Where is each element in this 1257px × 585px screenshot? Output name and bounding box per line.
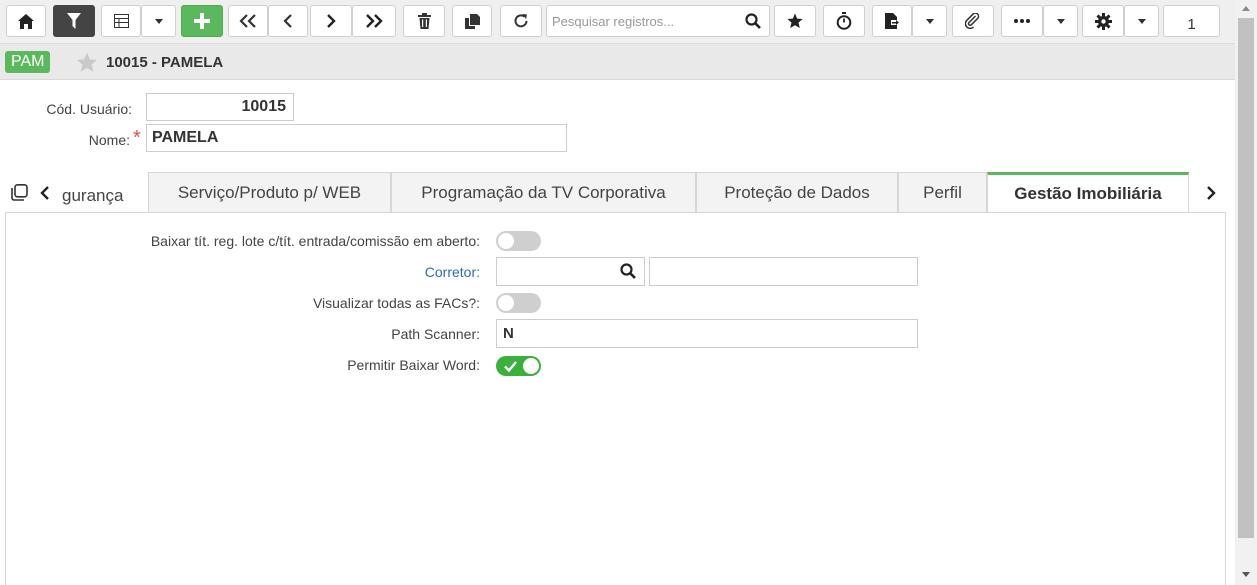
facs-toggle[interactable] xyxy=(496,293,541,313)
baixar-label: Baixar tít. reg. lote c/tít. entrada/com… xyxy=(150,233,480,249)
attachment-button[interactable] xyxy=(952,5,994,37)
page-title: 10015 - PAMELA xyxy=(106,54,224,71)
export-button[interactable] xyxy=(872,5,912,37)
previous-record-button[interactable] xyxy=(268,5,308,37)
tab-perfil[interactable]: Perfil xyxy=(898,172,987,212)
page-scrollbar[interactable] xyxy=(1235,0,1257,585)
tab-programacao-tv[interactable]: Programação da TV Corporativa xyxy=(391,172,696,212)
last-icon xyxy=(366,14,383,28)
required-marker: * xyxy=(133,127,141,149)
grid-view-button[interactable] xyxy=(101,5,141,37)
chevron-down-icon xyxy=(925,18,934,24)
gear-icon xyxy=(1094,12,1112,30)
chevron-down-icon xyxy=(1056,18,1065,24)
toggle-knob xyxy=(498,295,514,311)
baixar-toggle[interactable] xyxy=(496,231,541,251)
filter-button[interactable] xyxy=(53,5,95,37)
next-record-button[interactable] xyxy=(310,5,352,37)
star-icon xyxy=(787,13,803,28)
favorite-button[interactable] xyxy=(774,5,816,37)
corretor-name-input[interactable] xyxy=(649,257,918,286)
corretor-search-icon[interactable] xyxy=(620,263,636,279)
grid-icon xyxy=(113,14,129,28)
record-badge: PAM xyxy=(5,51,51,73)
more-button[interactable] xyxy=(1001,5,1043,37)
check-icon xyxy=(504,361,517,373)
tab-servico-produto-web[interactable]: Serviço/Produto p/ WEB xyxy=(148,172,391,212)
refresh-icon xyxy=(514,14,528,28)
more-dropdown-button[interactable] xyxy=(1043,5,1078,37)
page-counter[interactable]: 1 xyxy=(1163,5,1220,37)
export-icon xyxy=(885,13,899,29)
refresh-button[interactable] xyxy=(500,5,542,37)
tab-protecao-dados[interactable]: Proteção de Dados xyxy=(696,172,898,212)
search-icon[interactable] xyxy=(745,13,761,29)
favorite-star-icon[interactable] xyxy=(76,52,98,73)
settings-button[interactable] xyxy=(1082,5,1124,37)
last-record-button[interactable] xyxy=(352,5,396,37)
cod-usuario-field[interactable]: 10015 xyxy=(146,93,294,121)
scroll-down-icon[interactable] xyxy=(1242,572,1250,577)
chevron-down-icon xyxy=(1137,18,1146,24)
facs-label: Visualizar todas as FACs?: xyxy=(312,295,480,311)
tab-seguranca-partial[interactable]: gurança xyxy=(62,186,123,206)
permitir-word-toggle[interactable] xyxy=(496,356,541,376)
duplicate-button[interactable] xyxy=(452,5,492,37)
prev-icon xyxy=(283,14,292,28)
search-input[interactable] xyxy=(547,6,737,36)
tab-bar: gurança Serviço/Produto p/ WEB Programaç… xyxy=(0,172,1235,213)
tab-scroll-right-icon[interactable] xyxy=(1206,186,1216,200)
first-record-button[interactable] xyxy=(228,5,268,37)
paperclip-icon xyxy=(965,13,980,29)
timer-icon xyxy=(836,12,852,30)
delete-button[interactable] xyxy=(403,5,445,37)
timer-button[interactable] xyxy=(823,5,865,37)
grid-dropdown-button[interactable] xyxy=(141,5,176,37)
next-icon xyxy=(327,14,336,28)
add-button[interactable] xyxy=(181,5,223,37)
home-icon xyxy=(18,13,34,29)
permitir-word-label: Permitir Baixar Word: xyxy=(347,357,480,373)
tab-gestao-imobiliaria[interactable]: Gestão Imobiliária xyxy=(987,172,1189,213)
scroll-thumb[interactable] xyxy=(1238,18,1254,538)
path-scanner-input[interactable]: N xyxy=(496,319,918,348)
record-titlebar: PAM 10015 - PAMELA xyxy=(0,44,1235,80)
search-box xyxy=(546,5,770,37)
settings-dropdown-button[interactable] xyxy=(1124,5,1159,37)
first-icon xyxy=(239,14,256,28)
toggle-knob xyxy=(523,358,539,374)
expand-tabs-icon[interactable] xyxy=(11,184,28,201)
path-scanner-label: Path Scanner: xyxy=(391,326,480,342)
home-button[interactable] xyxy=(6,5,46,37)
trash-icon xyxy=(417,13,431,29)
chevron-down-icon xyxy=(154,18,163,24)
nome-field[interactable]: PAMELA xyxy=(146,124,567,152)
cod-usuario-label: Cód. Usuário: xyxy=(46,101,132,117)
more-icon xyxy=(1014,19,1030,23)
export-dropdown-button[interactable] xyxy=(912,5,947,37)
filter-icon xyxy=(67,13,81,29)
tab-scroll-left-icon[interactable] xyxy=(40,186,50,200)
corretor-label[interactable]: Corretor: xyxy=(330,264,480,280)
scroll-up-icon[interactable] xyxy=(1242,6,1250,11)
toggle-knob xyxy=(498,233,514,249)
add-icon xyxy=(194,13,210,29)
nome-label: Nome: xyxy=(88,132,130,148)
toolbar: 1 xyxy=(0,0,1235,44)
copy-icon xyxy=(464,13,480,29)
